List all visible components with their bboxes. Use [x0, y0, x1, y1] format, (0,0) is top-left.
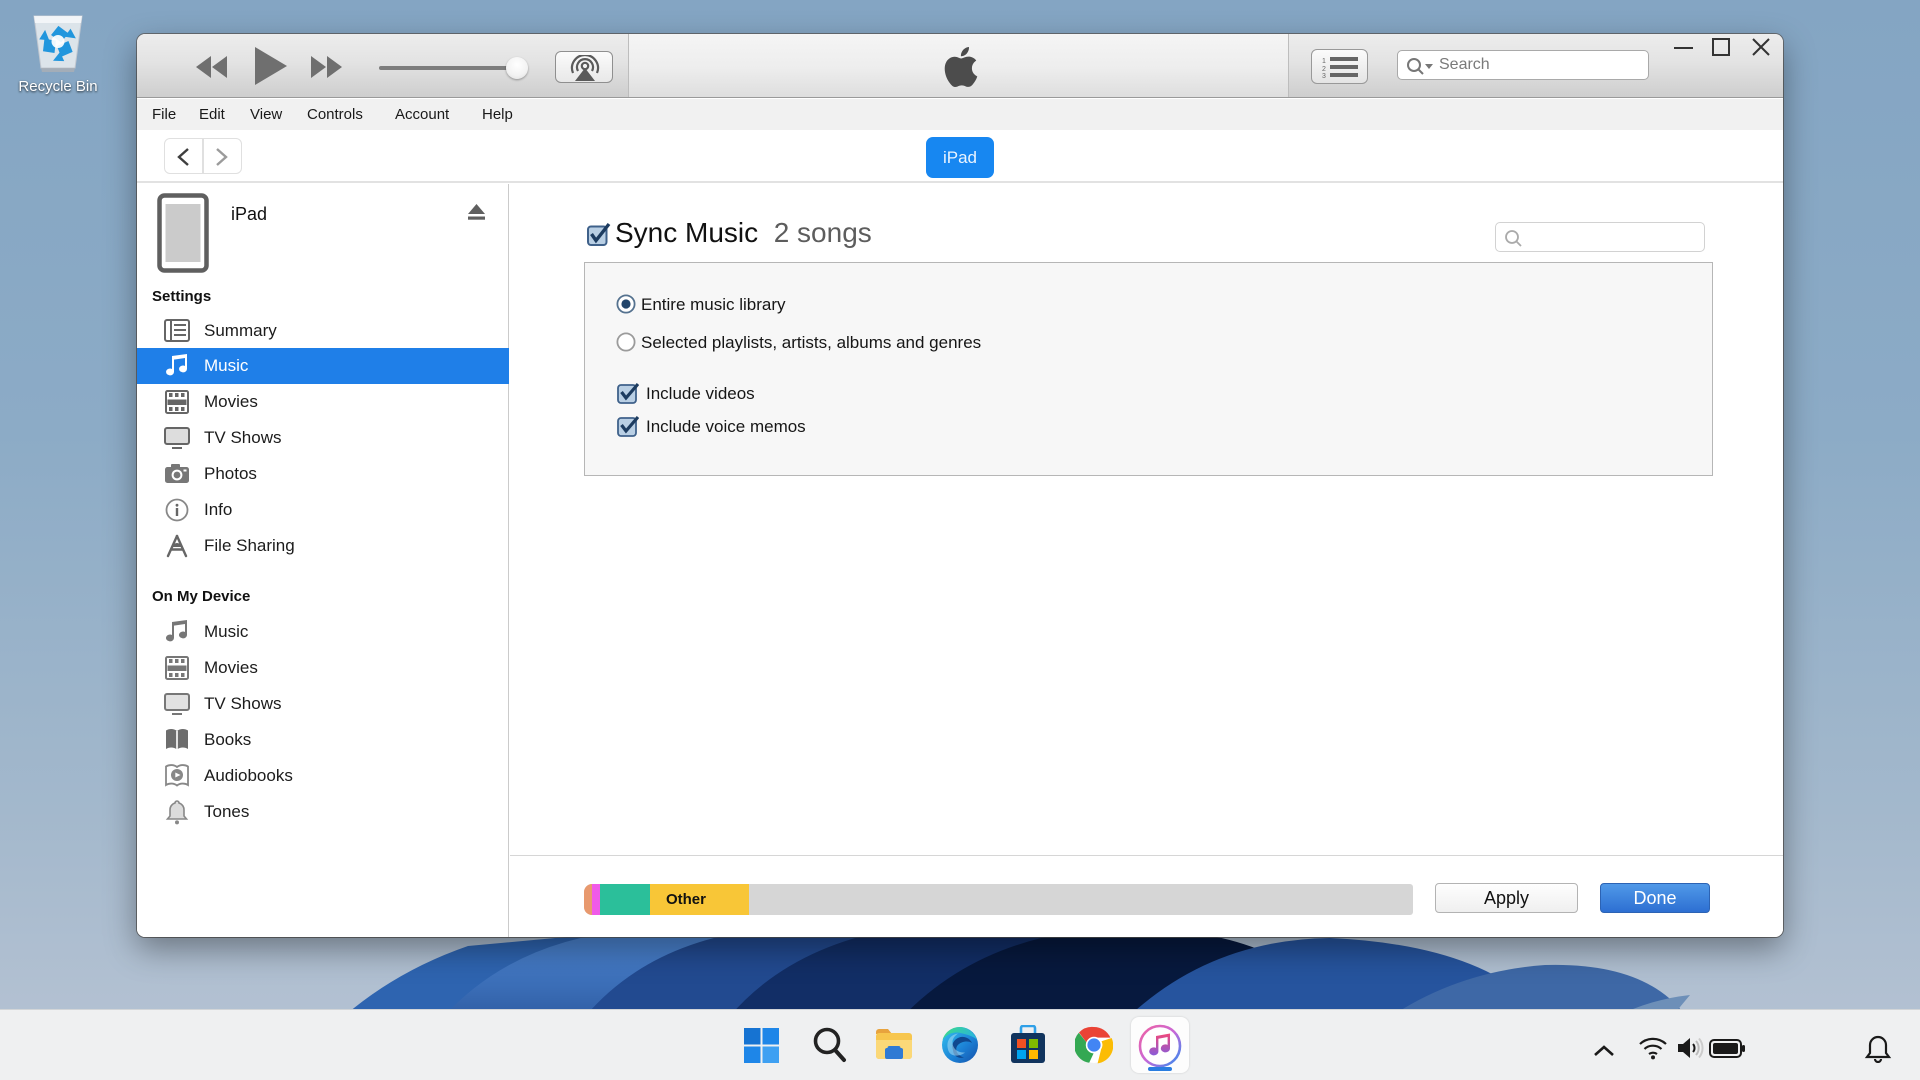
svg-text:3: 3	[1322, 73, 1326, 78]
svg-text:2: 2	[1322, 66, 1326, 73]
svg-text:1: 1	[1322, 58, 1326, 65]
